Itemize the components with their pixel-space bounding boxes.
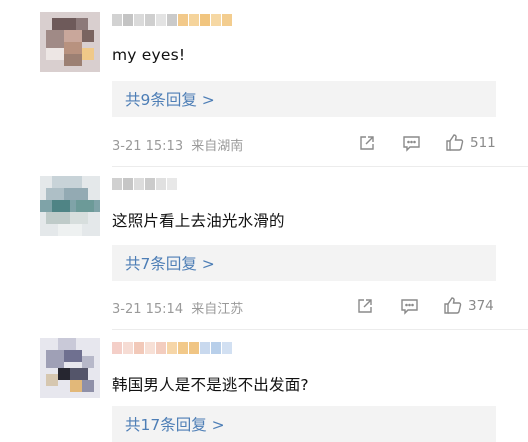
share-icon[interactable] xyxy=(358,134,376,152)
view-replies-button[interactable]: 共7条回复 > xyxy=(112,245,496,281)
comment-meta: 3-21 15:14 来自江苏 xyxy=(112,298,243,317)
comment-actions: 374 xyxy=(356,296,494,315)
comment-icon[interactable] xyxy=(402,134,421,152)
thumbs-up-icon xyxy=(444,297,462,314)
like-count: 511 xyxy=(470,134,496,151)
comment-text: my eyes! xyxy=(112,46,186,64)
comment-text: 韩国男人是不是逃不出发面? xyxy=(112,376,309,394)
like-button[interactable]: 511 xyxy=(445,133,496,152)
location: 来自江苏 xyxy=(191,302,244,317)
share-icon[interactable] xyxy=(356,297,374,315)
avatar[interactable] xyxy=(40,176,100,236)
comment-meta: 3-21 15:13 来自湖南 xyxy=(112,135,243,154)
location: 来自湖南 xyxy=(191,139,244,154)
avatar[interactable] xyxy=(40,12,100,72)
timestamp: 3-21 15:14 xyxy=(112,302,184,317)
comment-icon[interactable] xyxy=(400,297,419,315)
username-blurred[interactable] xyxy=(112,14,233,28)
comment-actions: 511 xyxy=(358,133,496,152)
divider xyxy=(112,329,528,330)
thumbs-up-icon xyxy=(446,134,464,151)
avatar[interactable] xyxy=(40,338,100,398)
like-button[interactable]: 374 xyxy=(443,296,494,315)
like-count: 374 xyxy=(468,297,494,314)
timestamp: 3-21 15:13 xyxy=(112,139,184,154)
divider xyxy=(112,166,528,167)
username-blurred[interactable] xyxy=(112,342,233,356)
comment-text: 这照片看上去油光水滑的 xyxy=(112,212,285,230)
view-replies-button[interactable]: 共9条回复 > xyxy=(112,81,496,117)
username-blurred[interactable] xyxy=(112,178,178,192)
